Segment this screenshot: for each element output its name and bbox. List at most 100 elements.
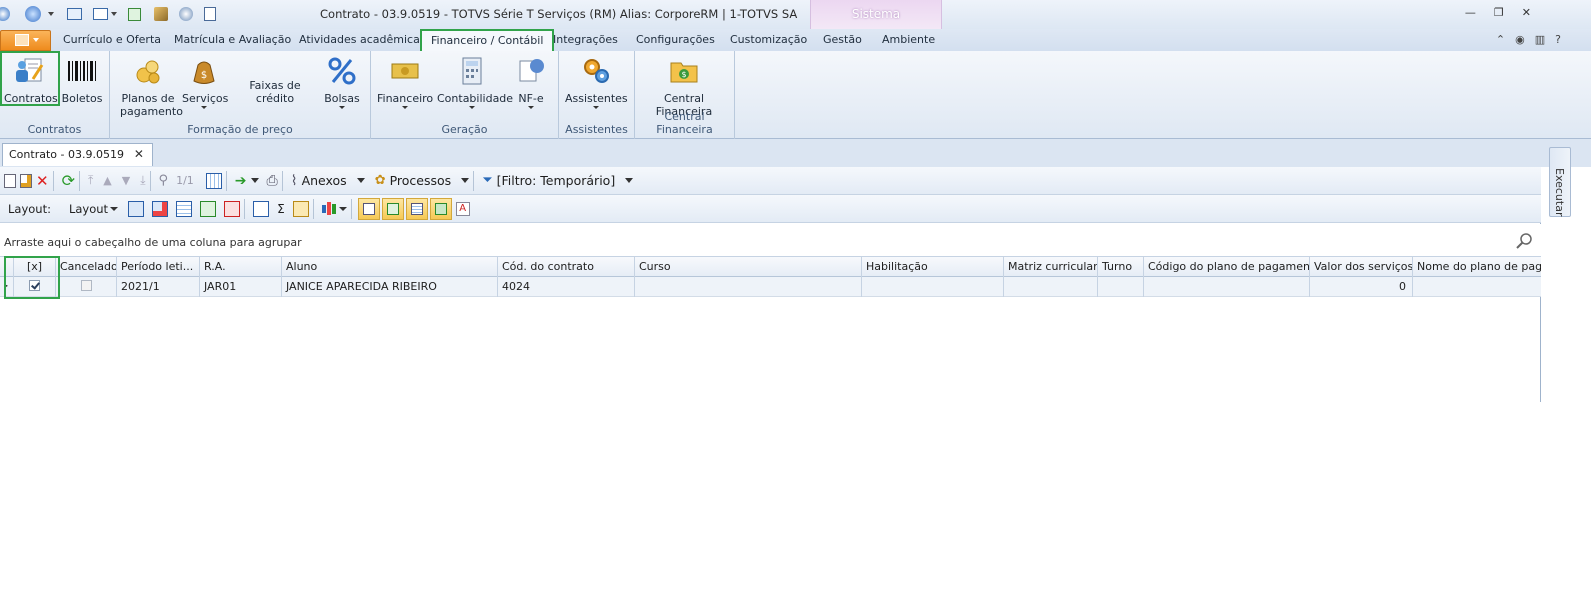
help-icon[interactable]: ?: [1555, 33, 1561, 46]
column-header-cod-plano[interactable]: Código do plano de pagamento: [1144, 257, 1310, 277]
column-header-nome-plano[interactable]: Nome do plano de pagame: [1413, 257, 1541, 277]
planos-pagamento-button[interactable]: Planos de pagamento: [120, 53, 183, 118]
tab-gestao[interactable]: Gestão: [823, 33, 862, 46]
column-header-cancelado[interactable]: Cancelado: [56, 257, 117, 277]
export-icon[interactable]: [128, 7, 141, 21]
nfe-button[interactable]: NF-e: [513, 53, 549, 109]
group-by-panel[interactable]: Arraste aqui o cabeçalho de uma coluna p…: [0, 224, 1541, 257]
import-layout-icon[interactable]: [200, 198, 217, 220]
document-tab-contrato[interactable]: Contrato - 03.9.0519 ✕: [2, 143, 153, 166]
first-record-icon[interactable]: ⤒: [88, 170, 93, 192]
group-assistentes: Assistentes Assistentes: [559, 51, 635, 139]
chevron-down-icon[interactable]: [48, 12, 54, 16]
processes-button[interactable]: ✿ Processos: [375, 170, 470, 192]
view-toggle-4-icon[interactable]: [429, 197, 452, 220]
ribbon-right-controls: ⌃ ◉ ▥ ?: [1496, 33, 1561, 46]
chart-icon[interactable]: [321, 198, 336, 220]
column-header-cod-contrato[interactable]: Cód. do contrato: [498, 257, 635, 277]
executar-side-panel[interactable]: Executar: [1549, 147, 1571, 217]
tab-matricula[interactable]: Matrícula e Avaliação: [174, 33, 291, 46]
faixas-label: Faixas de crédito: [249, 79, 301, 105]
chevron-down-icon[interactable]: [111, 12, 117, 16]
boletos-button[interactable]: Boletos: [60, 53, 104, 105]
close-icon[interactable]: ✕: [1522, 6, 1531, 19]
column-header-aluno[interactable]: Aluno: [282, 257, 498, 277]
new-record-icon[interactable]: [4, 170, 16, 192]
bolsas-button[interactable]: Bolsas: [322, 53, 362, 109]
view-toggle-2-icon[interactable]: [381, 197, 404, 220]
group-label-assistentes: Assistentes: [565, 123, 628, 136]
cancelado-checkbox[interactable]: [56, 277, 117, 297]
boletos-label: Boletos: [61, 92, 103, 105]
format-icon[interactable]: [292, 198, 309, 220]
financeiro-button[interactable]: Financeiro: [377, 53, 433, 109]
edit-record-icon[interactable]: [20, 170, 32, 192]
layout-menu-button[interactable]: Layout: [69, 198, 119, 220]
new-window-icon[interactable]: [67, 8, 82, 20]
column-header-periodo[interactable]: Período leti...: [117, 257, 200, 277]
refresh-icon[interactable]: ⟳: [62, 170, 75, 192]
column-header-valor[interactable]: Valor dos serviços: [1310, 257, 1413, 277]
tab-financeiro-contabil[interactable]: Financeiro / Contábil: [420, 29, 555, 51]
window-layout-icon[interactable]: [93, 8, 108, 20]
help-globe-icon[interactable]: [179, 7, 193, 21]
app-menu-icon: [15, 34, 29, 46]
minimize-icon[interactable]: —: [1465, 6, 1476, 19]
column-header-ra[interactable]: R.A.: [200, 257, 282, 277]
help-globe-icon[interactable]: ◉: [1515, 33, 1525, 46]
chevron-down-icon[interactable]: [338, 206, 347, 211]
contabilidade-button[interactable]: Contabilidade: [437, 53, 513, 109]
column-header-periodo-label: Período leti...: [121, 260, 194, 273]
tools-icon[interactable]: [154, 7, 168, 21]
restore-icon[interactable]: ❐: [1494, 6, 1504, 19]
application-menu-button[interactable]: [0, 30, 51, 51]
font-color-icon[interactable]: A: [455, 198, 470, 220]
tab-customizacao[interactable]: Customização: [730, 33, 807, 46]
collapse-ribbon-icon[interactable]: ⌃: [1496, 33, 1505, 46]
chevron-down-icon: [110, 206, 119, 211]
next-record-icon[interactable]: ▼: [122, 170, 130, 192]
assistentes-button[interactable]: Assistentes: [565, 53, 628, 109]
faixas-credito-button[interactable]: Faixas de crédito: [232, 79, 318, 105]
columns-icon[interactable]: [253, 198, 270, 220]
tab-curriculo[interactable]: Currículo e Oferta: [63, 33, 161, 46]
filter-button[interactable]: ⏷ [Filtro: Temporário]: [482, 170, 634, 192]
globe-icon[interactable]: [25, 6, 41, 22]
grid-layout-icon[interactable]: [176, 198, 193, 220]
column-header-matriz[interactable]: Matriz curricular: [1004, 257, 1098, 277]
app-orb-icon[interactable]: [0, 7, 10, 21]
search-icon[interactable]: [1515, 232, 1533, 250]
contextual-tab-sistema[interactable]: Sistema: [810, 0, 942, 29]
column-header-habilitacao[interactable]: Habilitação: [862, 257, 1004, 277]
view-toggle-1-icon[interactable]: [357, 197, 380, 220]
layout-switch-icon[interactable]: ▥: [1535, 33, 1545, 46]
column-header-curso[interactable]: Curso: [635, 257, 862, 277]
tab-ambiente[interactable]: Ambiente: [882, 33, 935, 46]
tab-configuracoes[interactable]: Configurações: [636, 33, 715, 46]
processes-label: Processos: [389, 173, 452, 188]
column-header-turno[interactable]: Turno: [1098, 257, 1144, 277]
copy-icon[interactable]: [204, 7, 216, 21]
chevron-down-icon[interactable]: [250, 178, 259, 183]
close-icon[interactable]: ✕: [134, 147, 144, 161]
attachments-button[interactable]: ⌇ Anexos: [291, 170, 365, 192]
save-layout-icon[interactable]: [128, 198, 145, 220]
last-record-icon[interactable]: ⤓: [140, 170, 145, 192]
financeiro-label: Financeiro: [377, 92, 434, 105]
sum-icon[interactable]: Σ: [277, 198, 285, 220]
delete-layout-icon[interactable]: [152, 198, 169, 220]
tab-atividades[interactable]: Atividades acadêmicas: [299, 33, 426, 46]
tab-integracoes[interactable]: Integrações: [553, 33, 618, 46]
central-financeira-button[interactable]: $ Central Financeira: [653, 53, 715, 118]
delete-icon[interactable]: ✕: [36, 170, 49, 192]
import-icon[interactable]: ➔: [235, 170, 247, 192]
view-toggle-3-icon[interactable]: [405, 197, 428, 220]
servicos-button[interactable]: $ Serviços: [182, 53, 228, 109]
binoculars-icon[interactable]: ⚲: [159, 170, 169, 192]
print-icon[interactable]: ⎙: [267, 170, 278, 192]
previous-record-icon[interactable]: ▲: [103, 170, 111, 192]
table-row[interactable]: ▸ 2021/1 JAR01 JANICE APARECIDA RIBEIRO …: [0, 277, 1541, 297]
export-layout-icon[interactable]: [224, 198, 241, 220]
cell-turno: [1098, 277, 1144, 297]
calendar-grid-icon[interactable]: [205, 170, 222, 192]
